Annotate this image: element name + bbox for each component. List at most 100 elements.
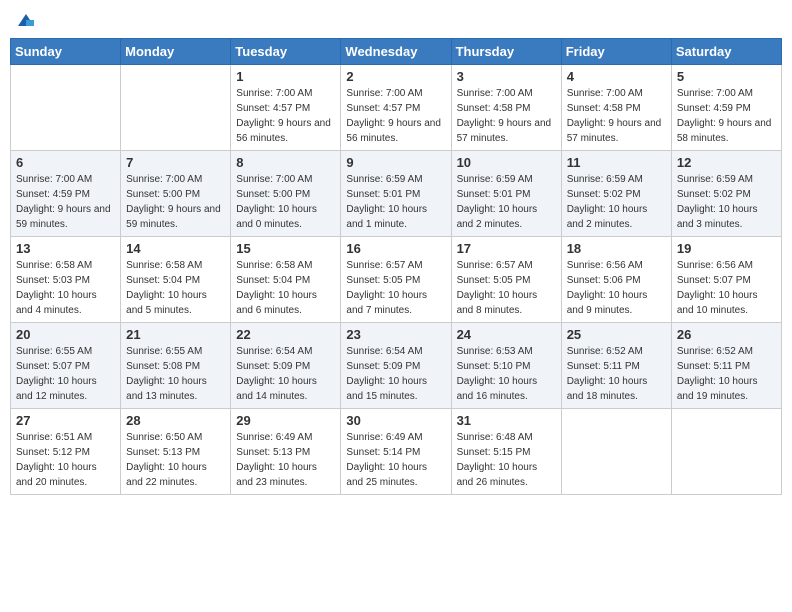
day-cell: 14 Sunrise: 6:58 AMSunset: 5:04 PMDayligh… [121, 237, 231, 323]
weekday-header-thursday: Thursday [451, 39, 561, 65]
day-number: 5 [677, 69, 776, 84]
day-cell: 13Sunrise: 6:58 AMSunset: 5:03 PMDayligh… [11, 237, 121, 323]
day-number: 3 [457, 69, 556, 84]
day-number: 20 [16, 327, 115, 342]
day-number: 18 [567, 241, 666, 256]
day-number: 23 [346, 327, 445, 342]
day-number: 6 [16, 155, 115, 170]
day-cell: 24 Sunrise: 6:53 AMSunset: 5:10 PMDayligh… [451, 323, 561, 409]
calendar-table: SundayMondayTuesdayWednesdayThursdayFrid… [10, 38, 782, 495]
day-info: Sunrise: 7:00 AMSunset: 5:00 PMDaylight:… [236, 172, 335, 232]
day-cell [121, 65, 231, 151]
day-info: Sunrise: 6:59 AMSunset: 5:01 PMDaylight:… [346, 172, 445, 232]
day-info: Sunrise: 6:58 AMSunset: 5:04 PMDaylight:… [126, 258, 225, 318]
weekday-header-sunday: Sunday [11, 39, 121, 65]
day-cell: 1 Sunrise: 7:00 AMSunset: 4:57 PMDaylight… [231, 65, 341, 151]
day-cell: 21 Sunrise: 6:55 AMSunset: 5:08 PMDayligh… [121, 323, 231, 409]
day-number: 8 [236, 155, 335, 170]
day-number: 24 [457, 327, 556, 342]
day-info: Sunrise: 6:51 AMSunset: 5:12 PMDaylight:… [16, 430, 115, 490]
day-cell: 11 Sunrise: 6:59 AMSunset: 5:02 PMDayligh… [561, 151, 671, 237]
day-info: Sunrise: 7:00 AMSunset: 4:58 PMDaylight:… [567, 86, 666, 146]
day-cell [671, 409, 781, 495]
day-number: 29 [236, 413, 335, 428]
week-row-4: 20 Sunrise: 6:55 AMSunset: 5:07 PMDayligh… [11, 323, 782, 409]
weekday-header-saturday: Saturday [671, 39, 781, 65]
day-number: 31 [457, 413, 556, 428]
day-number: 15 [236, 241, 335, 256]
day-cell: 23 Sunrise: 6:54 AMSunset: 5:09 PMDayligh… [341, 323, 451, 409]
day-cell: 27 Sunrise: 6:51 AMSunset: 5:12 PMDayligh… [11, 409, 121, 495]
day-number: 10 [457, 155, 556, 170]
day-info: Sunrise: 6:50 AMSunset: 5:13 PMDaylight:… [126, 430, 225, 490]
day-number: 22 [236, 327, 335, 342]
day-cell: 10 Sunrise: 6:59 AMSunset: 5:01 PMDayligh… [451, 151, 561, 237]
day-cell: 4 Sunrise: 7:00 AMSunset: 4:58 PMDaylight… [561, 65, 671, 151]
day-number: 26 [677, 327, 776, 342]
day-cell: 6 Sunrise: 7:00 AMSunset: 4:59 PMDaylight… [11, 151, 121, 237]
day-number: 21 [126, 327, 225, 342]
day-cell: 8 Sunrise: 7:00 AMSunset: 5:00 PMDaylight… [231, 151, 341, 237]
logo [14, 10, 38, 30]
day-cell: 31Sunrise: 6:48 AMSunset: 5:15 PMDayligh… [451, 409, 561, 495]
day-number: 25 [567, 327, 666, 342]
day-cell: 7Sunrise: 7:00 AMSunset: 5:00 PMDaylight… [121, 151, 231, 237]
day-cell: 15 Sunrise: 6:58 AMSunset: 5:04 PMDayligh… [231, 237, 341, 323]
week-row-2: 6 Sunrise: 7:00 AMSunset: 4:59 PMDaylight… [11, 151, 782, 237]
day-number: 27 [16, 413, 115, 428]
day-info: Sunrise: 6:58 AMSunset: 5:04 PMDaylight:… [236, 258, 335, 318]
day-info: Sunrise: 6:56 AMSunset: 5:06 PMDaylight:… [567, 258, 666, 318]
day-number: 17 [457, 241, 556, 256]
day-cell: 9 Sunrise: 6:59 AMSunset: 5:01 PMDaylight… [341, 151, 451, 237]
weekday-header-wednesday: Wednesday [341, 39, 451, 65]
day-info: Sunrise: 7:00 AMSunset: 4:57 PMDaylight:… [346, 86, 445, 146]
day-cell: 28Sunrise: 6:50 AMSunset: 5:13 PMDayligh… [121, 409, 231, 495]
day-info: Sunrise: 6:55 AMSunset: 5:07 PMDaylight:… [16, 344, 115, 404]
weekday-header-friday: Friday [561, 39, 671, 65]
day-cell: 16Sunrise: 6:57 AMSunset: 5:05 PMDayligh… [341, 237, 451, 323]
day-cell: 22 Sunrise: 6:54 AMSunset: 5:09 PMDayligh… [231, 323, 341, 409]
weekday-header-monday: Monday [121, 39, 231, 65]
day-info: Sunrise: 6:54 AMSunset: 5:09 PMDaylight:… [346, 344, 445, 404]
day-cell: 26 Sunrise: 6:52 AMSunset: 5:11 PMDayligh… [671, 323, 781, 409]
day-info: Sunrise: 6:57 AMSunset: 5:05 PMDaylight:… [457, 258, 556, 318]
week-row-5: 27 Sunrise: 6:51 AMSunset: 5:12 PMDayligh… [11, 409, 782, 495]
day-info: Sunrise: 6:55 AMSunset: 5:08 PMDaylight:… [126, 344, 225, 404]
weekday-header-row: SundayMondayTuesdayWednesdayThursdayFrid… [11, 39, 782, 65]
day-cell: 25 Sunrise: 6:52 AMSunset: 5:11 PMDayligh… [561, 323, 671, 409]
day-info: Sunrise: 7:00 AMSunset: 4:59 PMDaylight:… [677, 86, 776, 146]
day-cell: 29Sunrise: 6:49 AMSunset: 5:13 PMDayligh… [231, 409, 341, 495]
day-cell: 19 Sunrise: 6:56 AMSunset: 5:07 PMDayligh… [671, 237, 781, 323]
day-info: Sunrise: 6:58 AMSunset: 5:03 PMDaylight:… [16, 258, 115, 318]
day-cell: 18 Sunrise: 6:56 AMSunset: 5:06 PMDayligh… [561, 237, 671, 323]
day-cell: 3 Sunrise: 7:00 AMSunset: 4:58 PMDaylight… [451, 65, 561, 151]
day-cell: 30Sunrise: 6:49 AMSunset: 5:14 PMDayligh… [341, 409, 451, 495]
day-info: Sunrise: 7:00 AMSunset: 5:00 PMDaylight:… [126, 172, 225, 232]
day-number: 19 [677, 241, 776, 256]
day-number: 2 [346, 69, 445, 84]
day-cell: 5 Sunrise: 7:00 AMSunset: 4:59 PMDaylight… [671, 65, 781, 151]
day-info: Sunrise: 7:00 AMSunset: 4:57 PMDaylight:… [236, 86, 335, 146]
day-cell: 2 Sunrise: 7:00 AMSunset: 4:57 PMDaylight… [341, 65, 451, 151]
day-info: Sunrise: 6:52 AMSunset: 5:11 PMDaylight:… [567, 344, 666, 404]
day-info: Sunrise: 6:56 AMSunset: 5:07 PMDaylight:… [677, 258, 776, 318]
logo-icon [16, 10, 36, 30]
day-info: Sunrise: 6:59 AMSunset: 5:02 PMDaylight:… [567, 172, 666, 232]
day-number: 14 [126, 241, 225, 256]
day-info: Sunrise: 7:00 AMSunset: 4:58 PMDaylight:… [457, 86, 556, 146]
day-number: 1 [236, 69, 335, 84]
day-info: Sunrise: 6:53 AMSunset: 5:10 PMDaylight:… [457, 344, 556, 404]
day-info: Sunrise: 6:54 AMSunset: 5:09 PMDaylight:… [236, 344, 335, 404]
day-info: Sunrise: 6:52 AMSunset: 5:11 PMDaylight:… [677, 344, 776, 404]
week-row-3: 13Sunrise: 6:58 AMSunset: 5:03 PMDayligh… [11, 237, 782, 323]
page-header [10, 10, 782, 30]
week-row-1: 1 Sunrise: 7:00 AMSunset: 4:57 PMDaylight… [11, 65, 782, 151]
day-cell: 17 Sunrise: 6:57 AMSunset: 5:05 PMDayligh… [451, 237, 561, 323]
weekday-header-tuesday: Tuesday [231, 39, 341, 65]
day-info: Sunrise: 6:59 AMSunset: 5:01 PMDaylight:… [457, 172, 556, 232]
day-number: 9 [346, 155, 445, 170]
day-cell: 12Sunrise: 6:59 AMSunset: 5:02 PMDayligh… [671, 151, 781, 237]
day-info: Sunrise: 7:00 AMSunset: 4:59 PMDaylight:… [16, 172, 115, 232]
day-number: 11 [567, 155, 666, 170]
day-number: 4 [567, 69, 666, 84]
